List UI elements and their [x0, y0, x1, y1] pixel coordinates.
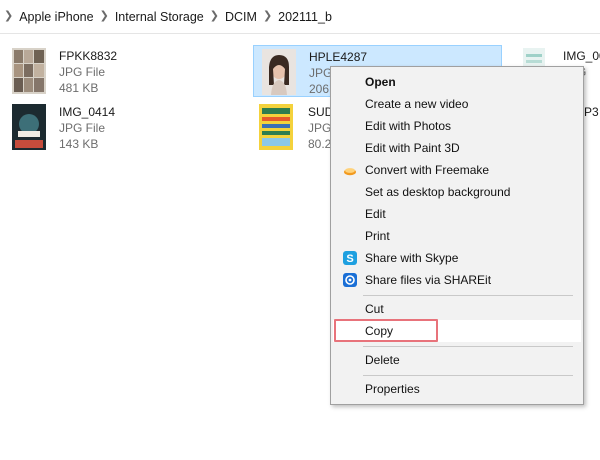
breadcrumb: ❯ Apple iPhone ❯ Internal Storage ❯ DCIM… [0, 0, 600, 34]
menu-item-edit-with-photos[interactable]: Edit with Photos [333, 115, 581, 137]
menu-item-open[interactable]: Open [333, 71, 581, 93]
menu-item-cut[interactable]: Cut [333, 298, 581, 320]
file-size: 481 KB [59, 81, 99, 95]
file-tile[interactable]: SUD JPG 80.2 [253, 100, 333, 152]
image-thumbnail [262, 49, 296, 95]
image-thumbnail [12, 48, 46, 94]
menu-item-convert-freemake[interactable]: Convert with Freemake [333, 159, 581, 181]
menu-item-label: Convert with Freemake [365, 163, 490, 177]
menu-separator [363, 346, 573, 347]
image-thumbnail [259, 104, 293, 150]
menu-item-edit[interactable]: Edit [333, 203, 581, 225]
menu-item-delete[interactable]: Delete [333, 349, 581, 371]
file-name: IMG_00 [563, 49, 600, 63]
menu-item-set-desktop-background[interactable]: Set as desktop background [333, 181, 581, 203]
copy-highlight-box [334, 319, 438, 342]
file-name: IMG_0414 [59, 105, 116, 119]
skype-icon: S [343, 251, 357, 265]
freemake-icon [344, 168, 356, 176]
chevron-right-icon[interactable]: ❯ [100, 9, 109, 22]
context-menu: Open Create a new video Edit with Photos… [330, 66, 584, 405]
file-tile[interactable]: P3 [584, 100, 600, 152]
menu-item-edit-with-paint3d[interactable]: Edit with Paint 3D [333, 137, 581, 159]
breadcrumb-item-internal-storage[interactable]: Internal Storage [115, 10, 204, 24]
menu-item-share-shareit[interactable]: Share files via SHAREit [333, 269, 581, 291]
shareit-icon [343, 273, 357, 287]
menu-item-label: Share with Skype [365, 251, 459, 265]
file-name: HPLE4287 [309, 50, 368, 64]
menu-item-share-skype[interactable]: S Share with Skype [333, 247, 581, 269]
chevron-right-icon[interactable]: ❯ [263, 9, 272, 22]
file-tile[interactable]: FPKK8832 JPG File 481 KB [4, 44, 244, 96]
menu-item-properties[interactable]: Properties [333, 378, 581, 400]
file-type: JPG File [59, 121, 106, 135]
image-thumbnail [12, 104, 46, 150]
menu-item-create-video[interactable]: Create a new video [333, 93, 581, 115]
chevron-right-icon[interactable]: ❯ [210, 9, 219, 22]
file-tile[interactable]: IMG_0414 JPG File 143 KB [4, 100, 244, 152]
breadcrumb-item-apple-iphone[interactable]: Apple iPhone [19, 10, 93, 24]
file-size: 143 KB [59, 137, 99, 151]
menu-item-print[interactable]: Print [333, 225, 581, 247]
chevron-right-icon[interactable]: ❯ [4, 9, 13, 22]
file-name: P3 [584, 105, 599, 119]
file-name: FPKK8832 [59, 49, 118, 63]
svg-text:S: S [346, 253, 353, 265]
menu-separator [363, 375, 573, 376]
file-type: JPG File [59, 65, 106, 79]
breadcrumb-item-folder[interactable]: 202111_b [278, 10, 332, 24]
menu-separator [363, 295, 573, 296]
breadcrumb-item-dcim[interactable]: DCIM [225, 10, 257, 24]
menu-item-label: Share files via SHAREit [365, 273, 492, 287]
